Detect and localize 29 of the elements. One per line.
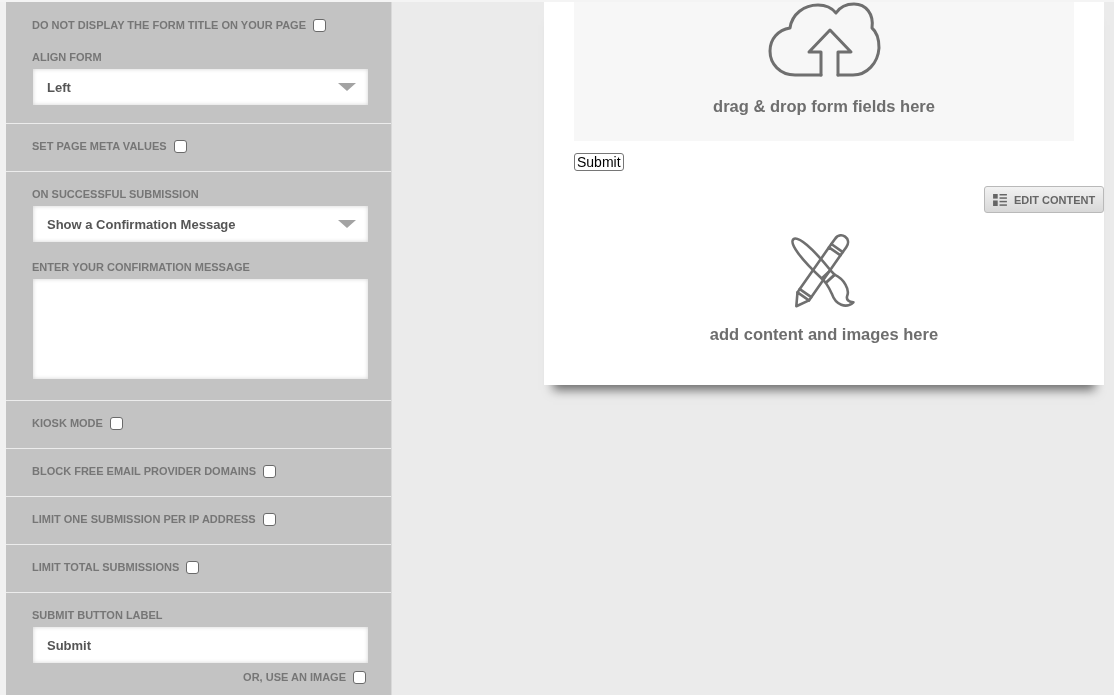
content-zone-hint: add content and images here bbox=[709, 325, 939, 344]
field-label: ON SUCCESSFUL SUBMISSION bbox=[32, 187, 200, 201]
field-label: OR, USE AN IMAGE bbox=[243, 670, 346, 684]
field-label: KIOSK MODE bbox=[32, 416, 103, 430]
checkbox[interactable] bbox=[353, 670, 366, 684]
submit-button[interactable]: Submit bbox=[574, 153, 624, 171]
cloud-upload-icon bbox=[767, 2, 881, 78]
field-label: SET PAGE META VALUES bbox=[32, 139, 167, 153]
caret-icon bbox=[338, 220, 356, 228]
dropdown[interactable]: Show a Confirmation Message bbox=[33, 206, 368, 242]
checkbox[interactable] bbox=[263, 464, 277, 478]
field-label: LIMIT TOTAL SUBMISSIONS bbox=[32, 560, 180, 574]
checkbox[interactable] bbox=[173, 139, 187, 153]
edit-content-button[interactable]: EDIT CONTENT bbox=[984, 186, 1104, 213]
field-label: DO NOT DISPLAY THE FORM TITLE ON YOUR PAGE bbox=[32, 18, 306, 32]
checkbox[interactable] bbox=[186, 560, 200, 574]
dropdown[interactable]: Left bbox=[33, 69, 368, 105]
field-label: LIMIT ONE SUBMISSION PER IP ADDRESS bbox=[32, 512, 256, 526]
field-label: ENTER YOUR CONFIRMATION MESSAGE bbox=[32, 260, 251, 274]
field-label: BLOCK FREE EMAIL PROVIDER DOMAINS bbox=[32, 464, 257, 478]
checkbox[interactable] bbox=[109, 416, 123, 430]
field-label: SUBMIT BUTTON LABEL bbox=[32, 608, 164, 622]
checkbox[interactable] bbox=[262, 512, 276, 526]
field-label: ALIGN FORM bbox=[32, 50, 103, 64]
checkbox[interactable] bbox=[313, 18, 326, 32]
list-icon bbox=[993, 193, 1007, 206]
caret-icon bbox=[338, 83, 356, 91]
drop-zone-hint: drag & drop form fields here bbox=[713, 97, 935, 116]
text-field[interactable]: Submit bbox=[33, 627, 368, 663]
